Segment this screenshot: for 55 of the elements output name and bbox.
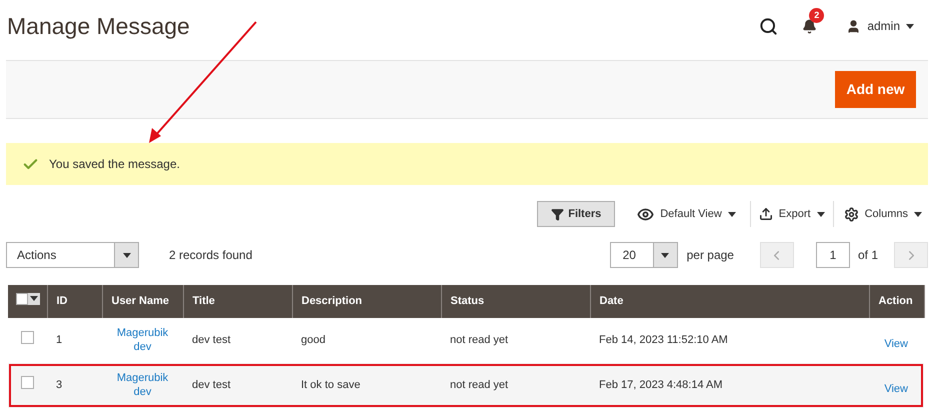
table-cell: Feb 17, 2023 4:48:14 AM [599, 379, 723, 392]
table-cell: dev test [192, 334, 231, 346]
column-header[interactable]: Date [600, 295, 624, 308]
columns-dropdown[interactable]: Columns [844, 206, 922, 222]
page-total: of 1 [858, 247, 878, 264]
filters-button[interactable]: Filters [537, 201, 616, 227]
row-checkbox[interactable] [21, 376, 34, 390]
gear-icon [844, 206, 859, 222]
previous-page-button[interactable] [760, 242, 794, 268]
column-header[interactable]: User Name [112, 295, 169, 308]
per-page-label: per page [686, 247, 734, 264]
table-cell: not read yet [450, 334, 508, 346]
caret-icon [30, 296, 38, 302]
actions-dropdown[interactable]: Actions [6, 242, 139, 268]
page-input[interactable]: 1 [816, 242, 850, 268]
filter-icon [551, 208, 564, 220]
column-header[interactable]: Description [302, 295, 362, 308]
caret-icon [816, 212, 825, 216]
table-cell: 1 [56, 334, 62, 346]
column-header[interactable]: Status [450, 295, 484, 308]
caret-icon [728, 212, 736, 216]
notification-badge: 2 [809, 8, 824, 23]
user-icon [846, 18, 862, 34]
next-page-button[interactable] [894, 242, 928, 268]
row-checkbox[interactable] [21, 331, 34, 344]
view-dropdown[interactable]: Default View [637, 206, 736, 222]
table-cell: dev test [192, 379, 231, 392]
page-title: Manage Message [7, 12, 190, 41]
caret-icon [914, 212, 922, 216]
column-header[interactable]: Action [878, 295, 913, 308]
user-link[interactable]: Magerubik dev [111, 326, 174, 354]
upload-icon [758, 207, 773, 221]
user-link[interactable]: Magerubik dev [111, 370, 174, 399]
table-cell: It ok to save [301, 379, 360, 392]
search-icon[interactable] [759, 16, 778, 36]
caret-icon [906, 24, 914, 28]
notifications-bell-icon[interactable] [802, 18, 818, 34]
per-page-dropdown[interactable]: 20 [610, 242, 678, 268]
add-new-button[interactable]: Add new [835, 71, 916, 108]
export-dropdown[interactable]: Export [758, 206, 825, 222]
message-text: You saved the message. [49, 156, 180, 173]
records-count: 2 records found [169, 247, 252, 264]
table-cell: not read yet [450, 379, 508, 392]
caret-icon [661, 252, 670, 258]
table-cell: 3 [56, 379, 62, 392]
table-cell: good [301, 334, 326, 346]
view-link[interactable]: View [884, 338, 908, 350]
view-link[interactable]: View [884, 383, 908, 396]
user-menu[interactable]: admin [846, 17, 914, 35]
eye-icon [637, 206, 654, 222]
table-cell: Feb 14, 2023 11:52:10 AM [599, 334, 728, 346]
caret-icon [122, 252, 130, 258]
select-all-checkbox[interactable] [16, 292, 40, 305]
column-header[interactable]: ID [56, 295, 68, 308]
column-header[interactable]: Title [192, 295, 215, 308]
